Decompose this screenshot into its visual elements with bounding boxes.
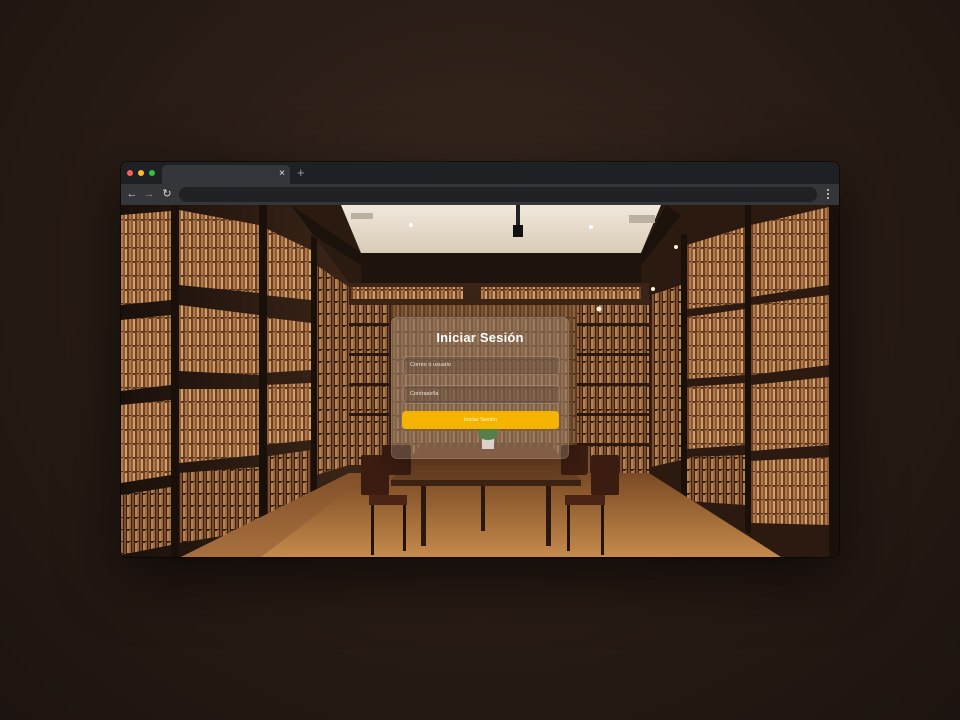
password-input[interactable]: Contraseña <box>403 385 560 404</box>
user-input[interactable]: Correo o usuario <box>403 356 560 375</box>
browser-tab[interactable]: × <box>162 165 290 184</box>
login-title: Iniciar Sesión <box>436 330 524 345</box>
minimize-window-button[interactable] <box>138 170 144 176</box>
back-icon[interactable]: ← <box>125 187 139 201</box>
maximize-window-button[interactable] <box>149 170 155 176</box>
browser-toolbar: ← → ↻ <box>121 184 839 205</box>
close-window-button[interactable] <box>127 170 133 176</box>
forward-icon[interactable]: → <box>142 187 156 201</box>
login-card: Iniciar Sesión Correo o usuario Contrase… <box>391 317 569 459</box>
tab-bar: × + <box>121 162 839 184</box>
tab-close-icon[interactable]: × <box>279 168 285 180</box>
browser-window: × + ← → ↻ Iniciar Sesión Correo o usuari… <box>121 162 839 557</box>
kebab-menu-icon[interactable] <box>823 187 833 202</box>
page-viewport: Iniciar Sesión Correo o usuario Contrase… <box>121 205 839 557</box>
address-bar[interactable] <box>179 187 817 202</box>
login-submit-button[interactable]: Iniciar Sesión <box>402 411 559 429</box>
reload-icon[interactable]: ↻ <box>160 187 174 201</box>
new-tab-button[interactable]: + <box>297 166 305 180</box>
